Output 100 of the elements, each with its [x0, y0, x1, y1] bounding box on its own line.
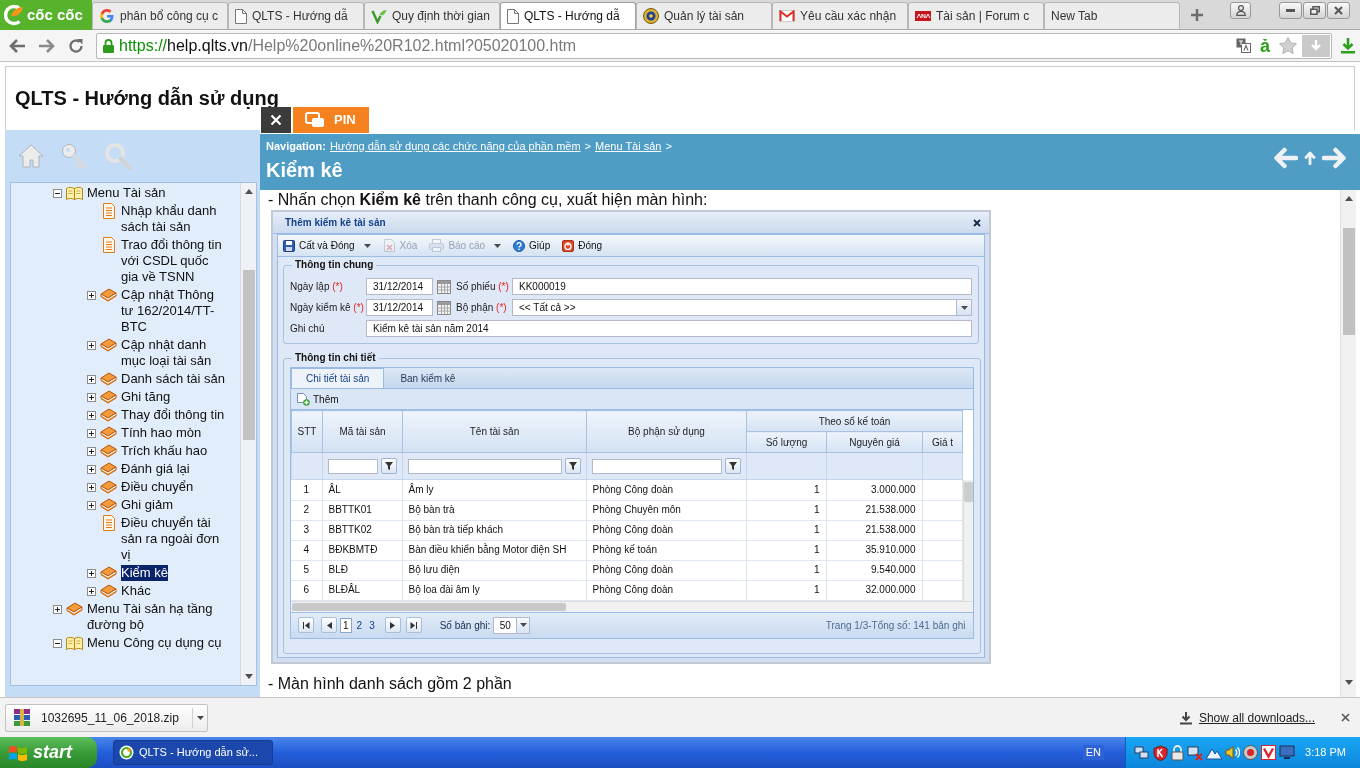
- plus-icon[interactable]: [1190, 8, 1204, 22]
- plus-box-icon[interactable]: [87, 429, 96, 438]
- first-page-button[interactable]: [298, 617, 314, 633]
- page-link[interactable]: 1: [340, 617, 352, 633]
- tab[interactable]: Chi tiết tài sản: [291, 368, 385, 388]
- filter-button[interactable]: [381, 458, 397, 474]
- column-header[interactable]: STT: [291, 410, 323, 453]
- text-field[interactable]: KK000019: [512, 278, 972, 295]
- check-tile-icon[interactable]: [1261, 745, 1276, 760]
- tree-item-link[interactable]: Menu Tài sản hạ tầng đường bộ: [87, 601, 229, 633]
- forward-arrow-icon[interactable]: [38, 37, 56, 54]
- browser-tab[interactable]: Quy định thời gian: [364, 2, 500, 29]
- tree-item-link[interactable]: Menu Tài sản: [87, 185, 166, 201]
- download-file-button[interactable]: 1032695_11_06_2018.zip: [6, 704, 192, 731]
- translate-icon[interactable]: [1236, 38, 1251, 53]
- next-page-button[interactable]: [384, 617, 401, 633]
- filter-button[interactable]: [565, 458, 581, 474]
- left-arrow-icon[interactable]: [1272, 147, 1298, 169]
- plus-box-icon[interactable]: [87, 393, 96, 402]
- toolbar-button[interactable]: Giúp: [513, 236, 551, 255]
- column-header[interactable]: Bộ phận sử dụng: [586, 410, 747, 453]
- minimize-button[interactable]: [1279, 2, 1302, 19]
- profile-button[interactable]: [1230, 2, 1251, 19]
- plus-box-icon[interactable]: [87, 501, 96, 510]
- scroll-up-icon[interactable]: [244, 189, 253, 194]
- plus-box-icon[interactable]: [87, 375, 96, 384]
- plus-box-icon[interactable]: [87, 411, 96, 420]
- tree-item-link[interactable]: Ghi giảm: [121, 497, 174, 513]
- taskbar-button[interactable]: QLTS - Hướng dẫn sử...: [113, 740, 273, 765]
- monitor-cross-icon[interactable]: [1187, 744, 1203, 761]
- plus-box-icon[interactable]: [87, 341, 96, 350]
- browser-tab[interactable]: QLTS - Hướng dẫ: [228, 2, 364, 29]
- add-button[interactable]: Thêm: [297, 391, 339, 407]
- language-indicator[interactable]: EN: [1082, 745, 1104, 760]
- dropdown-button[interactable]: [516, 617, 530, 633]
- tree-item-link[interactable]: Khác: [121, 583, 151, 599]
- minus-box-icon[interactable]: [53, 639, 62, 648]
- calendar-icon[interactable]: [437, 279, 451, 294]
- shield-icon[interactable]: [1153, 744, 1168, 761]
- tree-item-link[interactable]: Điều chuyển: [121, 479, 194, 495]
- scrollbar[interactable]: [291, 600, 973, 612]
- plus-box-icon[interactable]: [53, 605, 62, 614]
- show-all-downloads-link[interactable]: Show all downloads...: [1198, 708, 1315, 727]
- browser-tab[interactable]: Yêu cầu xác nhận: [772, 2, 908, 29]
- plus-box-icon[interactable]: [87, 483, 96, 492]
- tree-item-link[interactable]: Trao đổi thông tin với CSDL quốc gia về TSNN: [121, 237, 229, 285]
- tree-item-link[interactable]: Nhập khẩu danh sách tài sản: [121, 203, 229, 235]
- date-field[interactable]: 31/12/2014: [366, 299, 433, 316]
- page-link[interactable]: 3: [367, 617, 377, 633]
- close-icon[interactable]: [1341, 713, 1350, 722]
- tree-item-link[interactable]: Cập nhật Thông tư 162/2014/TT-BTC: [121, 287, 229, 335]
- browser-tab[interactable]: Tài sản | Forum c: [908, 2, 1044, 29]
- scrollbar-thumb[interactable]: [242, 270, 255, 440]
- tree-item-link[interactable]: Trích khấu hao: [121, 443, 208, 459]
- filter-input[interactable]: [408, 458, 562, 474]
- date-field[interactable]: 31/12/2014: [366, 278, 433, 295]
- browser-tab[interactable]: New Tab: [1044, 2, 1180, 29]
- scrollbar-thumb[interactable]: [292, 602, 566, 611]
- close-icon[interactable]: [973, 218, 981, 227]
- calendar-icon[interactable]: [437, 300, 451, 315]
- star-icon[interactable]: [1279, 37, 1297, 54]
- download-tile-icon[interactable]: [1302, 34, 1330, 57]
- browser-tab[interactable]: phân bổ công cụ c: [92, 2, 228, 29]
- scrollbar-thumb[interactable]: [1342, 228, 1355, 335]
- page-link[interactable]: 2: [354, 617, 365, 633]
- filter-input[interactable]: [592, 458, 722, 474]
- monitor-icon[interactable]: [1279, 745, 1295, 760]
- tree-item-link[interactable]: Đánh giá lại: [121, 461, 190, 477]
- lock-icon[interactable]: [1171, 744, 1184, 761]
- last-page-button[interactable]: [405, 617, 422, 633]
- plus-box-icon[interactable]: [87, 587, 96, 596]
- toolbar-button[interactable]: Đóng: [562, 236, 603, 255]
- up-arrow-icon[interactable]: [1304, 151, 1316, 165]
- address-bar[interactable]: https://help.qlts.vn/Help%20online%20R102.html?05020100.htm ả: [96, 32, 1332, 59]
- column-header[interactable]: Mã tài sản: [322, 410, 403, 453]
- toolbar-button[interactable]: Cất và Đóng: [283, 236, 371, 255]
- tree-item-link[interactable]: Danh sách tài sản: [121, 371, 226, 387]
- plus-box-icon[interactable]: [87, 447, 96, 456]
- computers-icon[interactable]: [1134, 744, 1150, 761]
- dropdown-field[interactable]: << Tất cả >>: [512, 299, 972, 316]
- right-arrow-icon[interactable]: [1322, 147, 1348, 169]
- minus-box-icon[interactable]: [53, 189, 62, 198]
- previous-page-button[interactable]: [321, 617, 337, 633]
- tree-item-link[interactable]: Menu Công cụ dụng cụ: [87, 635, 222, 651]
- scroll-up-icon[interactable]: [1344, 196, 1353, 201]
- close-button[interactable]: [261, 107, 291, 133]
- tree-item-link[interactable]: Kiểm kê: [121, 565, 168, 581]
- restore-button[interactable]: [1303, 2, 1326, 19]
- back-arrow-icon[interactable]: [8, 37, 26, 54]
- start-button[interactable]: start: [0, 737, 97, 768]
- scrollbar[interactable]: [1340, 190, 1356, 697]
- scroll-down-icon[interactable]: [1344, 680, 1353, 685]
- scrollbar[interactable]: [962, 480, 973, 601]
- browser-tab[interactable]: QLTS - Hướng dẫ: [500, 2, 636, 29]
- plus-box-icon[interactable]: [87, 465, 96, 474]
- speaker-icon[interactable]: [1225, 745, 1240, 760]
- download-icon[interactable]: [1340, 37, 1356, 54]
- text-field[interactable]: Kiểm kê tài sản năm 2014: [366, 320, 972, 337]
- tree-item-link[interactable]: Ghi tăng: [121, 389, 171, 405]
- filter-input[interactable]: [328, 458, 378, 474]
